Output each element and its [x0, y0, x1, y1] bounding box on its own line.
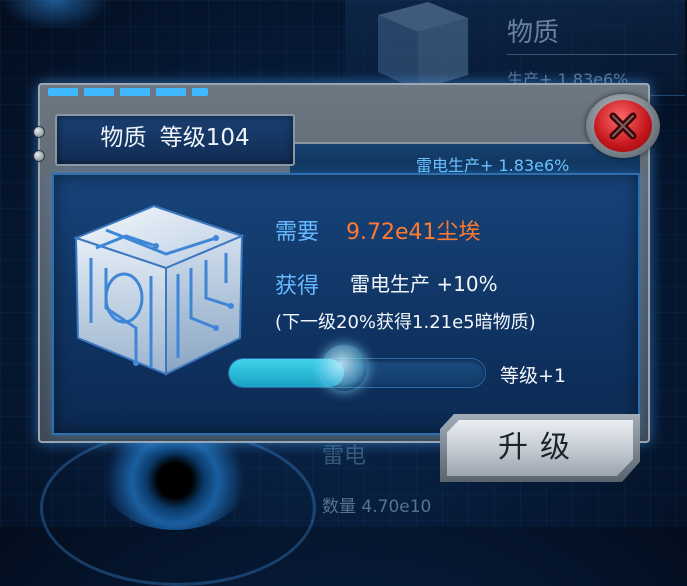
close-x-icon [609, 112, 637, 140]
upgrade-button[interactable]: 升级 [447, 420, 633, 476]
cost-label: 需要 [275, 220, 320, 245]
close-button[interactable] [586, 94, 660, 158]
reward-value: 雷电生产 +10% [350, 272, 498, 296]
level-slider-handle[interactable] [321, 345, 368, 391]
matter-cube-icon [73, 204, 245, 376]
background-cube-icon [378, 2, 468, 90]
dialog-title: 物质 等级104 [55, 114, 295, 162]
next-level-note: (下一级20%获得1.21e5暗物质) [275, 312, 536, 333]
close-button-face[interactable] [594, 100, 652, 152]
frame-bolt-icon [33, 126, 45, 138]
background-divider [507, 54, 677, 55]
reward-label: 获得 [275, 274, 320, 299]
background-orb-glow [0, 0, 110, 30]
background-count: 数量 4.70e10 [322, 497, 432, 517]
level-increment-label: 等级+1 [500, 365, 567, 387]
item-name: 物质 [100, 125, 147, 151]
frame-light-strip [48, 88, 208, 96]
cost-value: 9.72e41尘埃 [346, 220, 481, 245]
item-level: 等级104 [159, 125, 250, 151]
background-card-title: 物质 [507, 18, 560, 48]
frame-bolt-icon [33, 150, 45, 162]
